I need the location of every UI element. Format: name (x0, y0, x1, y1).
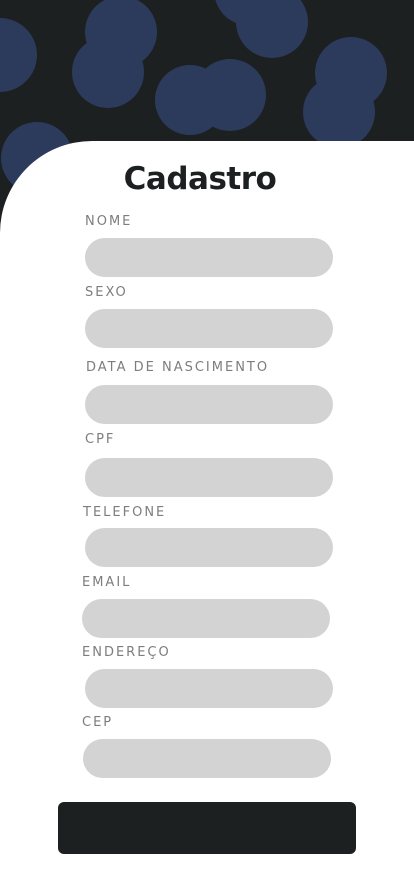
page-title: Cadastro (123, 161, 277, 197)
submit-button[interactable] (58, 802, 356, 854)
decor-circle (72, 36, 144, 108)
cep-label: CEP (82, 715, 114, 730)
decor-circle (0, 18, 37, 92)
register-card: Cadastro NOME SEXO DATA DE NASCIMENTO CP… (0, 141, 414, 896)
sexo-input[interactable] (85, 309, 333, 348)
data-nascimento-input[interactable] (85, 385, 333, 424)
cpf-label: CPF (85, 432, 116, 447)
decor-circle (303, 76, 375, 148)
endereco-label: ENDEREÇO (82, 645, 171, 660)
cep-input[interactable] (83, 739, 331, 778)
nome-label: NOME (85, 214, 133, 229)
endereco-input[interactable] (85, 669, 333, 708)
telefone-input[interactable] (85, 528, 333, 567)
email-label: EMAIL (82, 575, 132, 590)
cpf-input[interactable] (85, 458, 333, 497)
decor-circle (236, 0, 308, 58)
data-nascimento-label: DATA DE NASCIMENTO (86, 360, 270, 375)
telefone-label: TELEFONE (83, 505, 167, 520)
email-input[interactable] (82, 599, 330, 638)
nome-input[interactable] (85, 238, 333, 277)
sexo-label: SEXO (85, 285, 128, 300)
decor-circle (194, 59, 266, 131)
